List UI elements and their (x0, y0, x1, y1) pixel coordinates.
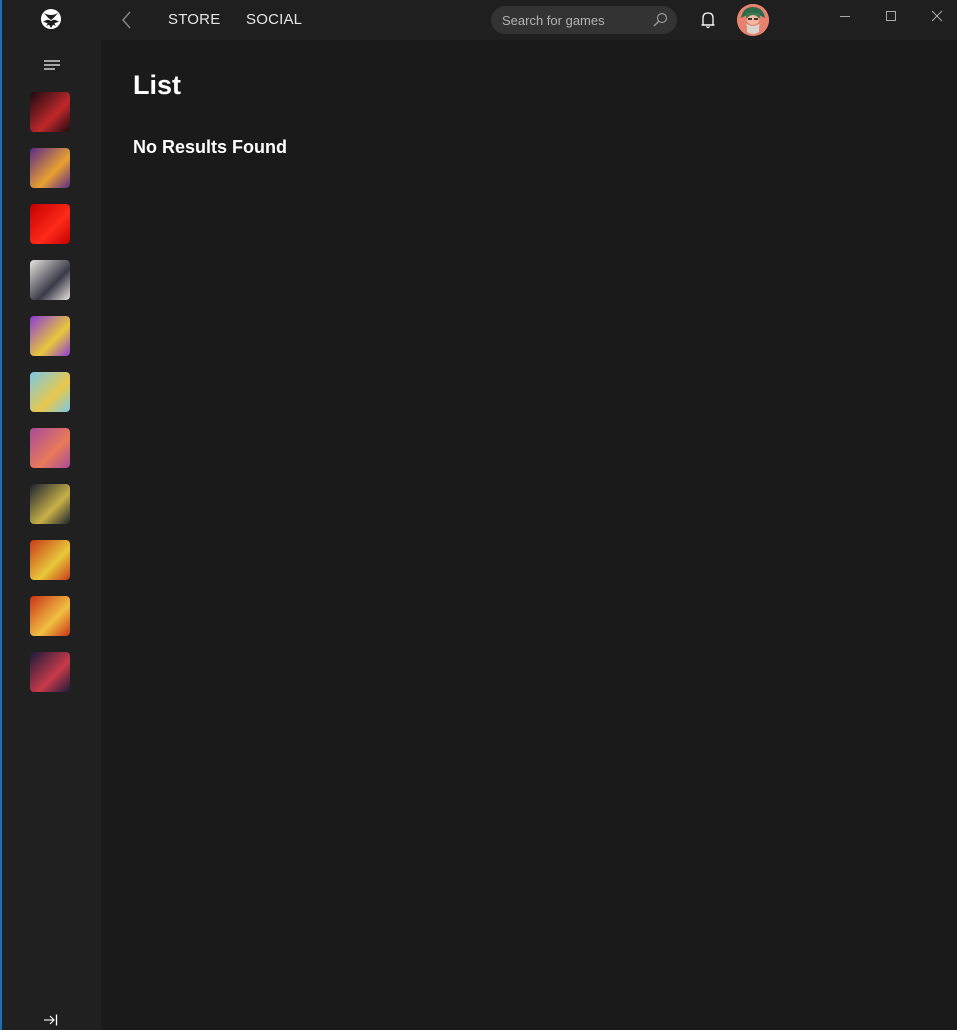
hamburger-menu-icon[interactable] (42, 58, 62, 72)
sidebar-game-tile-stranger-things-3-the-game[interactable] (30, 92, 70, 132)
page-title: List (133, 70, 182, 100)
sidebar-game-tile-moving-out[interactable] (30, 372, 70, 412)
title-bar: STORE SOCIAL (0, 0, 957, 40)
sidebar-game-tile-enter-the-gungeon[interactable] (30, 316, 70, 356)
xbox-logo-icon[interactable] (40, 8, 62, 30)
sidebar-game-tile-purple-platformer[interactable] (30, 428, 70, 468)
window-accent-border (0, 0, 2, 1030)
avatar-image (737, 4, 769, 36)
search-box[interactable] (491, 6, 677, 34)
xbox-app-window: STORE SOCIAL Search for games List No Re… (0, 0, 957, 1030)
main-content: List No Results Found (101, 40, 957, 1030)
sidebar-game-tile-darksiders-genesis[interactable] (30, 260, 70, 300)
sidebar-game-tile-broforce[interactable] (30, 596, 70, 636)
nav-social[interactable]: SOCIAL (246, 11, 302, 28)
maximize-icon[interactable] (868, 0, 914, 32)
sidebar-game-tile-halo-master-chief-collection[interactable] (30, 484, 70, 524)
sidebar-game-tile-wolfenstein-youngblood-red[interactable] (30, 204, 70, 244)
bell-icon[interactable] (698, 10, 718, 30)
sidebar (0, 40, 101, 1030)
user-avatar[interactable] (737, 4, 769, 36)
sidebar-game-tile-guacamelee-2[interactable] (30, 148, 70, 188)
search-input[interactable] (491, 6, 651, 34)
sidebar-game-tile-colorful-action-game[interactable] (30, 540, 70, 580)
nav-store[interactable]: STORE (168, 11, 220, 28)
empty-state-message: No Results Found (133, 137, 287, 157)
sidebar-game-tile-marvel-heroes-game[interactable] (30, 652, 70, 692)
close-icon[interactable] (913, 0, 957, 32)
minimize-icon[interactable] (822, 0, 868, 32)
chevron-left-icon[interactable] (118, 8, 136, 32)
expand-arrow-icon[interactable] (43, 1013, 59, 1027)
search-icon[interactable] (652, 12, 668, 28)
